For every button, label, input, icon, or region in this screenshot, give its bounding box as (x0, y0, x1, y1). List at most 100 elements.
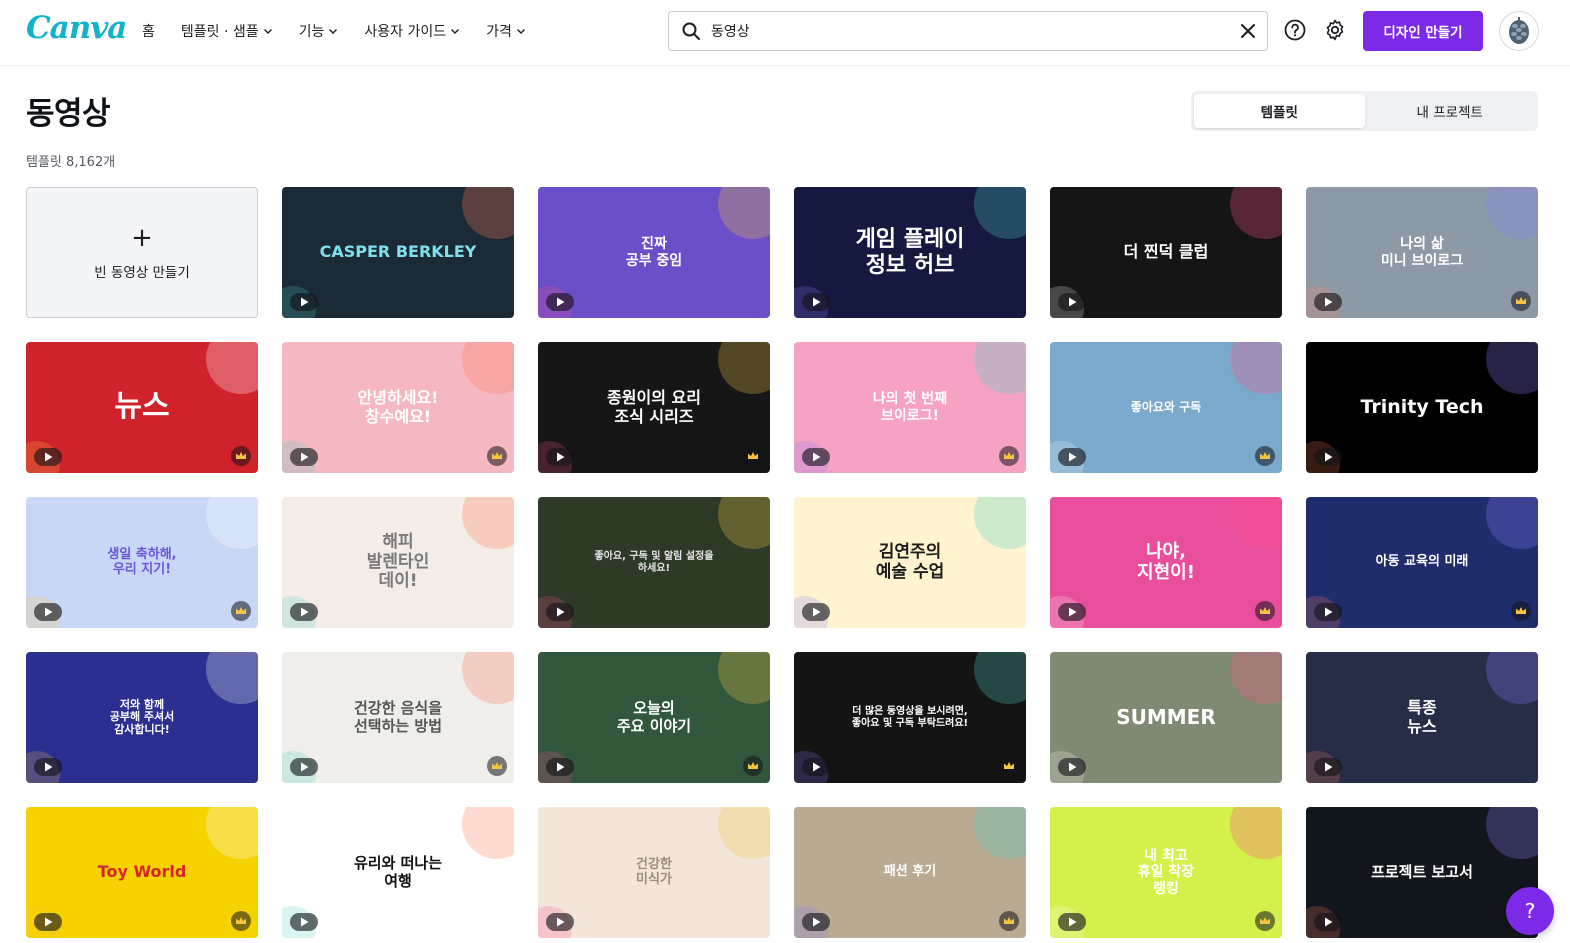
canva-logo[interactable]: Canva (26, 10, 127, 46)
template-card[interactable]: 더 많은 동영상을 보시려면, 좋아요 및 구독 부탁드려요! (794, 652, 1026, 783)
crown-icon (1255, 911, 1275, 931)
top-navigation-bar: Canva 홈 템플릿 · 샘플 기능 사용자 가이드 가격 디자인 만들기 (0, 0, 1570, 66)
crown-icon (487, 446, 507, 466)
template-card[interactable]: CASPER BERKLEY (282, 187, 514, 318)
play-icon (1314, 293, 1342, 311)
question-circle-icon (1284, 19, 1306, 41)
help-button[interactable] (1283, 18, 1307, 42)
template-card[interactable]: 특종 뉴스 (1306, 652, 1538, 783)
play-icon (290, 758, 318, 776)
crown-icon (743, 756, 763, 776)
template-card[interactable]: 좋아요와 구독 (1050, 342, 1282, 473)
template-card[interactable]: Toy World (26, 807, 258, 938)
search-icon (682, 22, 700, 40)
nav-item-label: 홈 (142, 24, 155, 40)
tab-templates[interactable]: 템플릿 (1194, 94, 1365, 128)
template-card[interactable]: 내 최고 휴일 착장 랭킹 (1050, 807, 1282, 938)
play-icon (802, 448, 830, 466)
nav-item[interactable]: 홈 (142, 21, 155, 41)
play-icon (802, 603, 830, 621)
floating-help-button[interactable]: ? (1506, 887, 1554, 935)
avatar[interactable] (1499, 11, 1539, 51)
template-card[interactable]: 건강한 미식가 (538, 807, 770, 938)
play-icon (34, 603, 62, 621)
play-icon (34, 758, 62, 776)
nav-item[interactable]: 템플릿 · 샘플 (181, 21, 273, 41)
play-icon (1314, 448, 1342, 466)
template-card[interactable]: 나야, 지현이! (1050, 497, 1282, 628)
play-icon (546, 913, 574, 931)
play-icon (1058, 913, 1086, 931)
crown-icon (231, 446, 251, 466)
nav-item[interactable]: 가격 (486, 21, 526, 41)
nav-item[interactable]: 기능 (299, 21, 339, 41)
template-card[interactable]: 진짜 공부 중임 (538, 187, 770, 318)
play-icon (290, 448, 318, 466)
chevron-down-icon (516, 29, 525, 34)
template-count: 템플릿 8,162개 (26, 155, 116, 170)
template-card[interactable]: 나의 삶 미니 브이로그 (1306, 187, 1538, 318)
play-icon (546, 293, 574, 311)
template-card[interactable]: 오늘의 주요 이야기 (538, 652, 770, 783)
search-bar (668, 11, 1268, 51)
blank-card-label: 빈 동영상 만들기 (94, 264, 190, 281)
template-card[interactable]: 뉴스 (26, 342, 258, 473)
template-card[interactable]: 김연주의 예술 수업 (794, 497, 1026, 628)
crown-icon (1255, 601, 1275, 621)
crown-icon (1511, 601, 1531, 621)
search-input[interactable] (711, 23, 1239, 39)
main-nav: 홈 템플릿 · 샘플 기능 사용자 가이드 가격 (142, 0, 552, 62)
page-title: 동영상 (26, 96, 111, 132)
nav-item[interactable]: 사용자 가이드 (364, 21, 460, 41)
play-icon (290, 603, 318, 621)
template-card[interactable]: 종원이의 요리 조식 시리즈 (538, 342, 770, 473)
template-card[interactable]: 저와 함께 공부해 주셔서 감사합니다! (26, 652, 258, 783)
play-icon (546, 448, 574, 466)
play-icon (34, 448, 62, 466)
play-icon (34, 913, 62, 931)
template-card[interactable]: 더 찐덕 클럽 (1050, 187, 1282, 318)
play-icon (546, 603, 574, 621)
template-card[interactable]: 해피 발렌타인 데이! (282, 497, 514, 628)
view-toggle: 템플릿 내 프로젝트 (1191, 91, 1538, 131)
play-icon (802, 758, 830, 776)
template-card[interactable]: 아동 교육의 미래 (1306, 497, 1538, 628)
plus-icon: + (131, 222, 153, 253)
play-icon (1058, 603, 1086, 621)
play-icon (1058, 758, 1086, 776)
template-card[interactable]: 패션 후기 (794, 807, 1026, 938)
chevron-down-icon (329, 29, 338, 34)
play-icon (290, 293, 318, 311)
nav-item-label: 기능 (298, 24, 325, 40)
play-icon (290, 913, 318, 931)
gear-icon (1326, 19, 1344, 41)
template-card[interactable]: 건강한 음식을 선택하는 방법 (282, 652, 514, 783)
close-icon[interactable] (1239, 22, 1257, 40)
nav-item-label: 템플릿 · 샘플 (180, 24, 259, 40)
create-design-button[interactable]: 디자인 만들기 (1363, 11, 1483, 51)
template-card[interactable]: 좋아요, 구독 및 알림 설정을 하세요! (538, 497, 770, 628)
template-card[interactable]: SUMMER (1050, 652, 1282, 783)
template-card[interactable]: 안녕하세요! 창수예요! (282, 342, 514, 473)
template-card[interactable]: 유리와 떠나는 여행 (282, 807, 514, 938)
play-icon (1058, 293, 1086, 311)
play-icon (802, 293, 830, 311)
template-card[interactable]: 나의 첫 번째 브이로그! (794, 342, 1026, 473)
template-card[interactable]: 생일 축하해, 우리 지기! (26, 497, 258, 628)
play-icon (1314, 603, 1342, 621)
create-blank-video-card[interactable]: + 빈 동영상 만들기 (26, 187, 258, 318)
crown-icon (231, 911, 251, 931)
tab-my-projects[interactable]: 내 프로젝트 (1365, 94, 1536, 128)
chevron-down-icon (451, 29, 460, 34)
play-icon (1314, 758, 1342, 776)
crown-icon (999, 911, 1019, 931)
crown-icon (487, 756, 507, 776)
template-card[interactable]: 프로젝트 보고서 (1306, 807, 1538, 938)
play-icon (802, 913, 830, 931)
chevron-down-icon (263, 29, 272, 34)
template-card[interactable]: Trinity Tech (1306, 342, 1538, 473)
template-card[interactable]: 게임 플레이 정보 허브 (794, 187, 1026, 318)
settings-button[interactable] (1323, 18, 1347, 42)
nav-item-label: 가격 (486, 24, 512, 40)
play-icon (546, 758, 574, 776)
